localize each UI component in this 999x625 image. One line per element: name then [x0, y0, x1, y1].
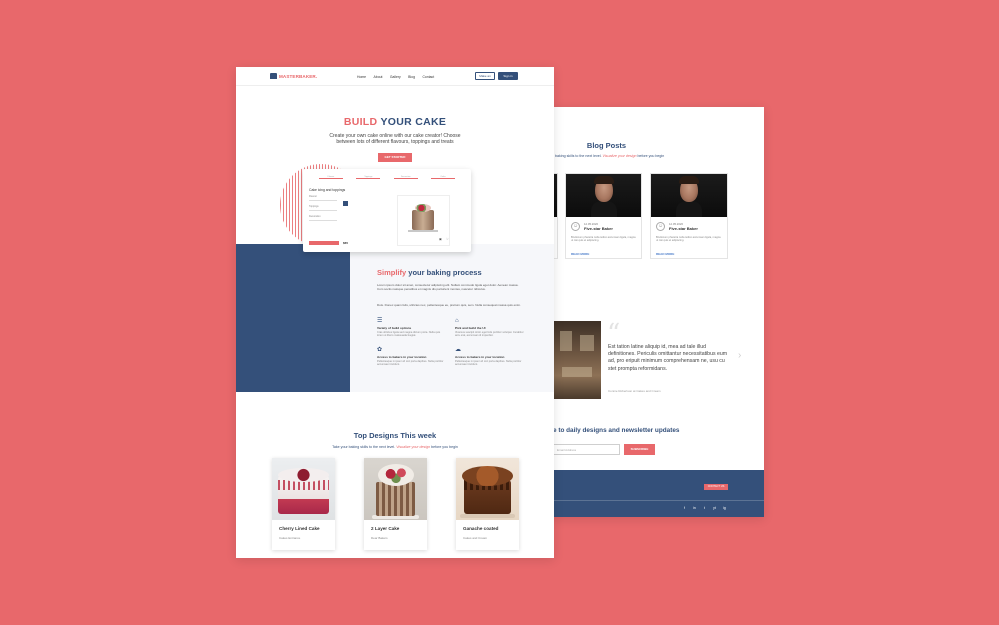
feature-item: ☁ Access to bakers in your location Pell…: [455, 347, 525, 367]
blog-card-text: Brutlonum pharetra nulla iudico accumsan…: [656, 236, 721, 243]
author-avatar-icon: ☺: [656, 222, 665, 231]
design-author: Cakes Entrance: [279, 536, 301, 540]
cake-preview: [397, 195, 450, 246]
feature-item: ⌂ Pick and build the UI Vivamus suscipit…: [455, 318, 524, 338]
nav-item-about[interactable]: About: [374, 75, 383, 79]
cake-builder-mockup: Flavour Toppings Decoration Order Cake i…: [303, 169, 471, 252]
design-card[interactable]: Cherry Lined Cake Cakes Entrance: [272, 458, 335, 550]
builder-price: $65: [343, 241, 349, 245]
youtube-icon[interactable]: yt: [712, 506, 717, 511]
nav-item-gallery[interactable]: Gallery: [390, 75, 401, 79]
chef-hat-icon: ✿: [377, 347, 383, 353]
testimonial-author: Connie Robertson at Cakes and Cream: [608, 389, 661, 393]
linkedin-icon[interactable]: in: [692, 506, 697, 511]
blog-card[interactable]: ☺ 12.05.2020 Five-star Baker Brutlonum p…: [565, 173, 642, 259]
facebook-icon[interactable]: f: [682, 506, 687, 511]
nav-item-contact[interactable]: Contact: [422, 75, 434, 79]
design-card[interactable]: 2 Layer Cake Dear Bakers: [364, 458, 427, 550]
simplify-paragraph: Lorem ipsum dolor sit amet, consectetur …: [377, 283, 519, 291]
design-author: Dear Bakers: [371, 536, 388, 540]
nav-menu: Home About Gallery Blog Contact: [357, 75, 434, 79]
hero-text: Create your own cake online with our cak…: [329, 133, 461, 145]
builder-tab[interactable]: Flavour: [319, 176, 343, 179]
cart-icon[interactable]: ▣: [439, 237, 442, 241]
color-swatch[interactable]: [343, 201, 348, 206]
home-page-preview: MASTERBAKER. Home About Gallery Blog Con…: [236, 67, 554, 558]
builder-add-button[interactable]: [309, 241, 339, 245]
nav-item-home[interactable]: Home: [357, 75, 366, 79]
blog-title: Blog Posts: [586, 141, 627, 150]
builder-option-field[interactable]: [309, 208, 337, 211]
design-name: Cherry Lined Cake: [279, 526, 320, 531]
blog-card-author: Five-star Baker: [669, 226, 698, 231]
cake-photo: [456, 458, 519, 520]
read-more-link[interactable]: READ MORE: [571, 252, 589, 256]
blog-card-text: Brutlonum pharetra nulla iudico accumsan…: [571, 236, 636, 243]
builder-tab[interactable]: Order: [430, 176, 455, 179]
twitter-icon[interactable]: t: [702, 506, 707, 511]
nav-item-blog[interactable]: Blog: [408, 75, 415, 79]
simplify-title: Simplify your baking process: [377, 268, 482, 277]
builder-tab[interactable]: Toppings: [356, 176, 381, 179]
newsletter-title: e to daily designs and newsletter update…: [553, 427, 680, 434]
builder-tab[interactable]: Decoration: [393, 176, 418, 179]
get-started-button[interactable]: GET STARTED: [378, 153, 412, 162]
builder-title: Cake icing and toppings: [309, 188, 346, 192]
design-name: Ganache coated: [463, 526, 499, 531]
design-author: Cakes and Cream: [463, 536, 488, 540]
builder-tabs: Flavour Toppings Decoration Order: [319, 176, 455, 179]
instagram-icon[interactable]: ig: [722, 506, 727, 511]
building-icon: ⌂: [455, 318, 459, 324]
testimonial-photo: [554, 321, 601, 399]
feature-item: ✿ Access to bakers in your location Pell…: [377, 347, 447, 367]
subscribe-button[interactable]: SUBSCRIBE: [624, 444, 655, 455]
blog-page-preview: Blog Posts baking skills to the next lev…: [549, 107, 764, 517]
blog-card-photo: [566, 174, 641, 217]
sign-in-button[interactable]: Sign in: [498, 72, 518, 80]
top-designs-subtitle: Take your baking skills to the next leve…: [332, 445, 458, 449]
logo[interactable]: MASTERBAKER.: [279, 74, 317, 79]
simplify-paragraph: Duis. Donec quam felis, ultricies nec, p…: [377, 303, 521, 307]
email-input[interactable]: Email Address: [553, 444, 620, 455]
design-name: 2 Layer Cake: [371, 526, 400, 531]
top-nav: MASTERBAKER. Home About Gallery Blog Con…: [236, 67, 554, 86]
hero-title: BUILD YOUR CAKE: [343, 116, 447, 128]
feature-item: ☰ Variety of build options Cras ultricie…: [377, 318, 447, 338]
make-account-button[interactable]: Make an: [475, 72, 495, 80]
heart-icon[interactable]: ♡: [446, 237, 449, 241]
footer-divider: [549, 500, 764, 501]
chevron-right-icon[interactable]: ›: [738, 350, 741, 361]
builder-option-field[interactable]: [309, 198, 337, 201]
cake-photo: [364, 458, 427, 520]
cake-photo: [272, 458, 335, 520]
design-card[interactable]: Ganache coated Cakes and Cream: [456, 458, 519, 550]
builder-option-field[interactable]: [309, 218, 337, 221]
top-designs-title: Top Designs This week: [353, 431, 437, 440]
layers-icon: ☰: [377, 318, 383, 324]
read-more-link[interactable]: READ MORE: [656, 252, 674, 256]
footer-contact-button[interactable]: CONTACT US: [704, 484, 728, 490]
chef-hat-icon: ☁: [455, 347, 461, 353]
author-avatar-icon: ☺: [571, 222, 580, 231]
blog-card-author: Five-star Baker: [584, 226, 613, 231]
blog-card[interactable]: ☺ 12.05.2020 Five-star Baker Brutlonum p…: [650, 173, 728, 259]
cake-logo-icon: [270, 73, 277, 79]
blog-subtitle: baking skills to the next level. Visuali…: [555, 154, 665, 158]
decorative-blue-block: [236, 244, 350, 392]
testimonial-quote: Est tation latine aliquip id, mea ad tal…: [608, 344, 728, 372]
footer: CONTACT US f in t yt ig: [549, 470, 764, 517]
blog-card-photo: [651, 174, 727, 217]
